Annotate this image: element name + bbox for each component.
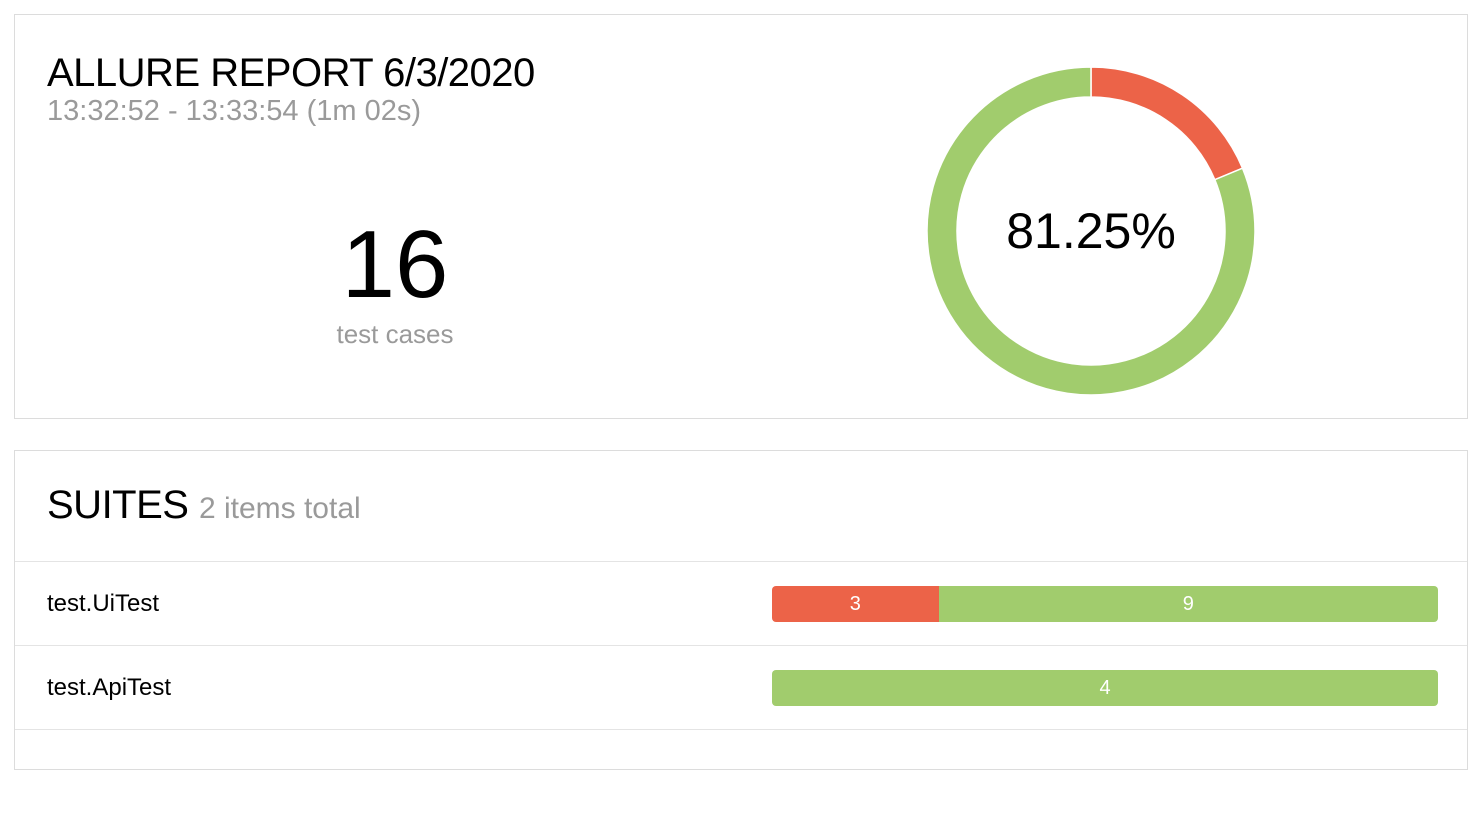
report-title: ALLURE REPORT 6/3/2020 (47, 51, 535, 95)
suites-header: SUITES 2 items total (47, 481, 361, 529)
status-segment-passed[interactable]: 9 (938, 586, 1438, 622)
suites-title: SUITES (47, 483, 189, 527)
success-rate-percent: 81.25% (1006, 203, 1176, 259)
total-test-cases: 16 test cases (295, 211, 495, 350)
suites-count: 2 items total (198, 492, 361, 525)
suite-name: test.ApiTest (47, 674, 172, 701)
report-time-range: 13:32:52 - 13:33:54 (1m 02s) (47, 95, 422, 127)
success-rate-donut[interactable]: 81.25% (921, 61, 1261, 401)
suite-status-bar: 39 (772, 586, 1438, 622)
suites-widget: SUITES 2 items total test.UiTest 39 test… (14, 450, 1468, 770)
suite-row[interactable]: test.ApiTest 4 (15, 645, 1467, 729)
suite-name: test.UiTest (47, 590, 160, 617)
status-segment-passed[interactable]: 4 (772, 670, 1438, 706)
summary-widget: ALLURE REPORT 6/3/2020 13:32:52 - 13:33:… (14, 14, 1468, 419)
suites-list-footer (15, 729, 1467, 813)
total-label: test cases (336, 319, 454, 349)
suite-row[interactable]: test.UiTest 39 (15, 561, 1467, 645)
status-segment-failed[interactable]: 3 (772, 586, 939, 622)
suite-status-bar: 4 (772, 670, 1438, 706)
total-count: 16 (341, 211, 449, 318)
